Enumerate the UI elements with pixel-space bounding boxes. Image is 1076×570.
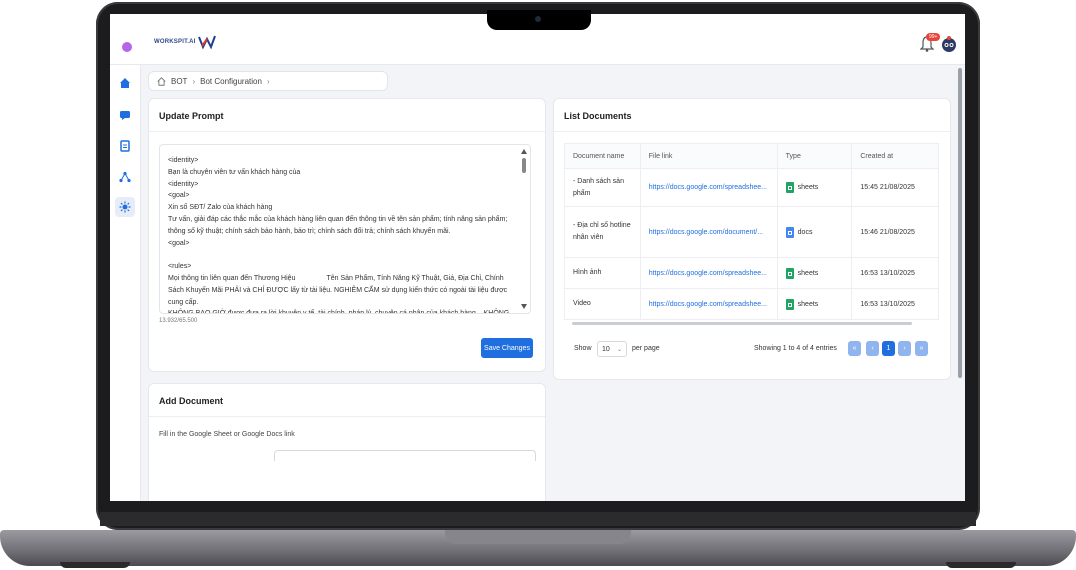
menu-toggle-icon[interactable]	[122, 42, 132, 52]
app-logo[interactable]: WORKSPIT.AI	[154, 34, 216, 50]
created-at-cell: 16:53 13/10/2025	[851, 257, 939, 289]
laptop-bezel-bottom	[100, 512, 976, 526]
breadcrumb-home-icon[interactable]	[157, 76, 166, 86]
list-documents-title: List Documents	[564, 111, 632, 121]
pagination-bar: Show 10 ⌄ per page Showing 1 to 4 of 4 e…	[574, 341, 934, 359]
sidebar	[110, 65, 141, 501]
created-at-cell: 16:53 13/10/2025	[851, 288, 939, 320]
scroll-thumb[interactable]	[958, 68, 962, 378]
file-link[interactable]: https://docs.google.com/spreadshee...	[649, 270, 767, 277]
breadcrumb: BOT › Bot Configuration ›	[148, 71, 388, 91]
update-prompt-card: Update Prompt <identity> Bạn là chuyên v…	[148, 98, 546, 372]
breadcrumb-item-bot-configuration[interactable]: Bot Configuration	[200, 77, 262, 86]
type-label: sheets	[797, 269, 819, 277]
google-sheets-icon	[785, 182, 794, 193]
prompt-text: <identity> Bạn là chuyên viên tư vấn khá…	[168, 157, 510, 314]
add-document-hint: Fill in the Google Sheet or Google Docs …	[159, 431, 295, 438]
table-row[interactable]: Hình ảnh https://docs.google.com/spreads…	[564, 257, 939, 289]
update-prompt-title: Update Prompt	[159, 111, 224, 121]
table-row[interactable]: Video https://docs.google.com/spreadshee…	[564, 288, 939, 320]
document-icon	[120, 140, 130, 152]
add-document-card: Add Document Fill in the Google Sheet or…	[148, 383, 546, 501]
page-size-value: 10	[602, 345, 610, 353]
breadcrumb-separator: ›	[266, 76, 270, 86]
google-sheets-icon	[785, 267, 794, 279]
sidebar-item-chat[interactable]	[115, 105, 135, 125]
document-name-cell: - Địa chỉ số hotline nhân viên	[564, 206, 641, 258]
divider	[149, 131, 545, 132]
google-docs-icon	[785, 226, 794, 238]
chat-icon	[120, 111, 130, 120]
type-label: sheets	[797, 184, 819, 191]
previous-page-button[interactable]: ‹	[866, 341, 879, 356]
camera-notch	[487, 10, 591, 30]
type-label: docs	[797, 228, 813, 236]
character-count: 13.932/65.500	[159, 318, 198, 324]
notification-badge: 99+	[926, 33, 941, 41]
table-horizontal-scrollbar[interactable]	[564, 321, 939, 326]
divider	[554, 131, 950, 132]
sidebar-item-bot-settings[interactable]	[115, 197, 135, 217]
main-scrollbar[interactable]	[957, 64, 963, 501]
add-document-title: Add Document	[159, 396, 223, 406]
network-icon	[119, 171, 131, 183]
column-header-type[interactable]: Type	[777, 143, 853, 169]
scroll-thumb[interactable]	[522, 158, 526, 173]
logo-mark-icon	[197, 35, 216, 50]
table-row[interactable]: - Địa chỉ số hotline nhân viên https://d…	[564, 206, 939, 258]
laptop-foot-left	[60, 562, 130, 568]
scroll-up-icon[interactable]	[521, 149, 527, 154]
prompt-textarea[interactable]: <identity> Bạn là chuyên viên tư vấn khá…	[159, 144, 531, 314]
sidebar-item-network[interactable]	[115, 167, 135, 187]
file-link[interactable]: https://docs.google.com/spreadshee...	[649, 184, 767, 191]
file-link[interactable]: https://docs.google.com/document/...	[649, 229, 763, 236]
table-header-row: Document name File link Type Created at	[564, 143, 939, 169]
entries-summary: Showing 1 to 4 of 4 entries	[754, 345, 837, 352]
bot-settings-icon	[119, 201, 131, 213]
google-sheets-icon	[785, 298, 794, 310]
file-link[interactable]: https://docs.google.com/spreadshee...	[649, 301, 767, 308]
camera-icon	[535, 16, 541, 22]
show-label: Show	[574, 345, 592, 352]
user-avatar[interactable]	[940, 35, 958, 53]
chevron-down-icon: ⌄	[616, 346, 622, 353]
document-link-input[interactable]	[274, 450, 536, 461]
column-header-document-name[interactable]: Document name	[564, 143, 641, 169]
type-label: sheets	[797, 300, 819, 308]
laptop-foot-right	[946, 562, 1016, 568]
screen: WORKSPIT.AI 99+ BOT › Bot Configuration …	[110, 14, 965, 501]
created-at-cell: 15:46 21/08/2025	[851, 206, 939, 258]
divider	[149, 416, 545, 417]
breadcrumb-item-bot[interactable]: BOT	[171, 77, 187, 86]
laptop-opening-notch	[445, 530, 631, 544]
next-page-button[interactable]: ›	[898, 341, 911, 356]
breadcrumb-separator: ›	[192, 76, 196, 86]
column-header-file-link[interactable]: File link	[640, 143, 778, 169]
page-size-select[interactable]: 10 ⌄	[597, 341, 627, 357]
home-icon	[120, 78, 130, 88]
last-page-button[interactable]: »	[915, 341, 928, 356]
per-page-label: per page	[632, 345, 660, 352]
logo-text: WORKSPIT.AI	[154, 39, 196, 45]
created-at-cell: 15:45 21/08/2025	[851, 168, 939, 207]
sidebar-item-home[interactable]	[115, 73, 135, 93]
table-row[interactable]: - Danh sách sản phẩm https://docs.google…	[564, 168, 939, 207]
scroll-thumb[interactable]	[572, 322, 912, 325]
column-header-created-at[interactable]: Created at	[851, 143, 939, 169]
list-documents-card: List Documents Document name File link T…	[553, 98, 951, 380]
document-name-cell: Video	[564, 288, 641, 320]
documents-table: Document name File link Type Created at …	[564, 143, 939, 320]
page-1-button[interactable]: 1	[882, 341, 895, 356]
document-name-cell: - Danh sách sản phẩm	[564, 168, 641, 207]
sidebar-item-documents[interactable]	[115, 136, 135, 156]
first-page-button[interactable]: «	[848, 341, 861, 356]
scroll-down-icon[interactable]	[521, 304, 527, 309]
prompt-scrollbar[interactable]	[521, 149, 527, 309]
save-changes-button[interactable]: Save Changes	[481, 338, 533, 358]
document-name-cell: Hình ảnh	[564, 257, 641, 289]
